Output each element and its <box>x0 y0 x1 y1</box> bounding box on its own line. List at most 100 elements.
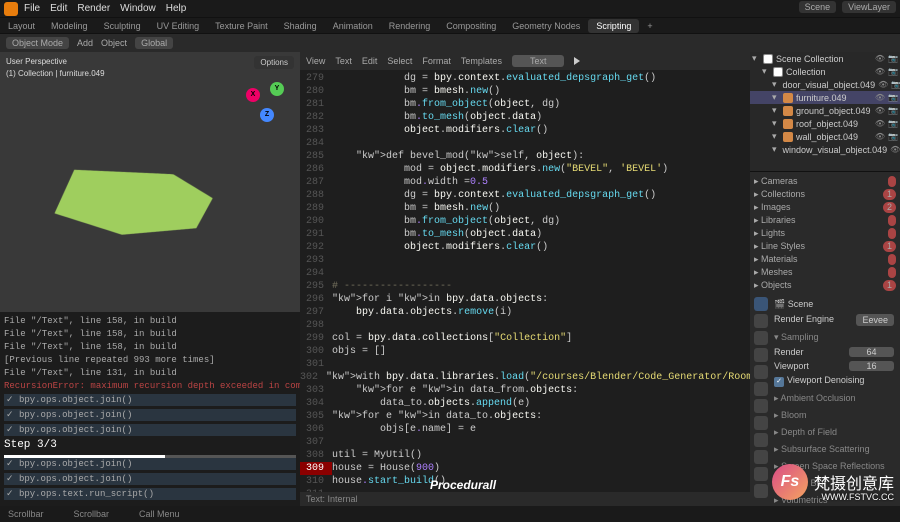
data-list-row[interactable]: ▸ Meshes <box>754 266 896 279</box>
outliner-item[interactable]: ▾Collection👁📷 <box>750 65 900 78</box>
section[interactable]: ▾ Sampling <box>772 330 896 345</box>
mesh-object[interactable] <box>33 161 228 244</box>
workspace-tab[interactable]: Animation <box>325 19 381 33</box>
outliner-item[interactable]: ▾ground_object.049👁📷 <box>750 104 900 117</box>
property-tab-icon[interactable] <box>754 433 768 447</box>
code-line[interactable]: 301 <box>300 358 750 371</box>
code-line[interactable]: 289 bm = bmesh.new() <box>300 202 750 215</box>
checkbox[interactable]: ✓ <box>774 377 784 387</box>
data-list-row[interactable]: ▸ Lights <box>754 227 896 240</box>
workspace-tab[interactable]: UV Editing <box>149 19 208 33</box>
workspace-tab[interactable]: Modeling <box>43 19 96 33</box>
axis-x-icon[interactable]: X <box>246 88 260 102</box>
data-list-row[interactable]: ▸ Libraries <box>754 214 896 227</box>
3d-viewport[interactable]: User Perspective (1) Collection | furnit… <box>0 52 300 312</box>
code-line[interactable]: 305"kw">for e "kw">in data_to.objects: <box>300 410 750 423</box>
code-line[interactable]: 283 object.modifiers.clear() <box>300 124 750 137</box>
data-list-row[interactable]: ▸ Materials <box>754 253 896 266</box>
outliner-item[interactable]: ▾wall_object.049👁📷 <box>750 130 900 143</box>
code-line[interactable]: 295# ------------------ <box>300 280 750 293</box>
properties-tabs[interactable] <box>754 297 770 504</box>
menu-help[interactable]: Help <box>166 3 187 14</box>
property-tab-icon[interactable] <box>754 365 768 379</box>
outliner[interactable]: ▾Scene Collection👁📷▾Collection👁📷▾door_vi… <box>750 52 900 172</box>
code-area[interactable]: 279 dg = bpy.context.evaluated_depsgraph… <box>300 70 750 492</box>
section[interactable]: ▸ Subsurface Scattering <box>772 442 896 457</box>
viewport-options[interactable]: Options <box>254 56 294 69</box>
editor-menu[interactable]: Text <box>335 56 352 66</box>
section[interactable]: ▸ Ambient Occlusion <box>772 391 896 406</box>
data-list-row[interactable]: ▸ Objects1 <box>754 279 896 292</box>
property-tab-icon[interactable] <box>754 331 768 345</box>
code-line[interactable]: 293 <box>300 254 750 267</box>
code-line[interactable]: 288 dg = bpy.context.evaluated_depsgraph… <box>300 189 750 202</box>
code-line[interactable]: 307 <box>300 436 750 449</box>
property-tab-icon[interactable] <box>754 314 768 328</box>
editor-menu[interactable]: View <box>306 56 325 66</box>
workspace-tab[interactable]: Texture Paint <box>207 19 276 33</box>
property-tab-icon[interactable] <box>754 399 768 413</box>
code-line[interactable]: 286 mod = object.modifiers.new("BEVEL", … <box>300 163 750 176</box>
code-line[interactable]: 310house.start_build() <box>300 475 750 488</box>
text-name-field[interactable]: Text <box>512 55 565 67</box>
menu-window[interactable]: Window <box>120 3 156 14</box>
editor-menu[interactable]: Templates <box>461 56 502 66</box>
code-line[interactable]: 280 bm = bmesh.new() <box>300 85 750 98</box>
code-line[interactable]: 294 <box>300 267 750 280</box>
orientation-dropdown[interactable]: Global <box>135 37 173 49</box>
section[interactable]: ▸ Bloom <box>772 408 896 423</box>
outliner-item[interactable]: ▾Scene Collection👁📷 <box>750 52 900 65</box>
data-list-row[interactable]: ▸ Cameras <box>754 175 896 188</box>
outliner-item[interactable]: ▾door_visual_object.049👁📷 <box>750 78 900 91</box>
viewlayer-dropdown[interactable]: ViewLayer <box>842 1 896 13</box>
code-line[interactable]: 290 bm.from_object(object, dg) <box>300 215 750 228</box>
code-line[interactable]: 300objs = [] <box>300 345 750 358</box>
property-tab-icon[interactable] <box>754 297 768 311</box>
code-line[interactable]: 285 "kw">def bevel_mod("kw">self, object… <box>300 150 750 163</box>
code-line[interactable]: 299col = bpy.data.collections["Collectio… <box>300 332 750 345</box>
code-line[interactable]: 308util = MyUtil() <box>300 449 750 462</box>
viewport-samples-input[interactable] <box>849 361 894 371</box>
code-line[interactable]: 279 dg = bpy.context.evaluated_depsgraph… <box>300 72 750 85</box>
outliner-item[interactable]: ▾roof_object.049👁📷 <box>750 117 900 130</box>
menu-add[interactable]: Add <box>77 38 93 48</box>
property-tab-icon[interactable] <box>754 467 768 481</box>
code-line[interactable]: 291 bm.to_mesh(object.data) <box>300 228 750 241</box>
code-line[interactable]: 282 bm.to_mesh(object.data) <box>300 111 750 124</box>
code-line[interactable]: 306 objs[e.name] = e <box>300 423 750 436</box>
workspace-tab[interactable]: Scripting <box>588 19 639 33</box>
menu-object[interactable]: Object <box>101 38 127 48</box>
data-list-row[interactable]: ▸ Line Styles1 <box>754 240 896 253</box>
workspace-tab[interactable]: Sculpting <box>96 19 149 33</box>
outliner-item[interactable]: ▾furniture.049👁📷 <box>750 91 900 104</box>
section[interactable]: ▸ Depth of Field <box>772 425 896 440</box>
editor-menu[interactable]: Select <box>387 56 412 66</box>
property-tab-icon[interactable] <box>754 382 768 396</box>
property-tab-icon[interactable] <box>754 484 768 498</box>
menu-file[interactable]: File <box>24 3 40 14</box>
code-line[interactable]: 297 bpy.data.objects.remove(i) <box>300 306 750 319</box>
add-workspace-icon[interactable]: + <box>639 19 660 33</box>
data-list-row[interactable]: ▸ Images2 <box>754 201 896 214</box>
editor-menu[interactable]: Format <box>422 56 451 66</box>
workspace-tab[interactable]: Rendering <box>381 19 439 33</box>
property-tab-icon[interactable] <box>754 348 768 362</box>
workspace-tab[interactable]: Shading <box>276 19 325 33</box>
render-engine-dropdown[interactable]: Eevee <box>856 314 894 326</box>
outliner-item[interactable]: ▾window_visual_object.049👁📷 <box>750 143 900 156</box>
property-tab-icon[interactable] <box>754 416 768 430</box>
code-line[interactable]: 303 "kw">for e "kw">in data_from.objects… <box>300 384 750 397</box>
menu-edit[interactable]: Edit <box>50 3 67 14</box>
code-line[interactable]: 292 object.modifiers.clear() <box>300 241 750 254</box>
code-line[interactable]: 281 bm.from_object(object, dg) <box>300 98 750 111</box>
code-line[interactable]: 309house = House(900) <box>300 462 750 475</box>
data-lists[interactable]: ▸ Cameras▸ Collections1▸ Images2▸ Librar… <box>750 172 900 295</box>
editor-menu[interactable]: Edit <box>362 56 378 66</box>
axis-y-icon[interactable]: Y <box>270 82 284 96</box>
property-tab-icon[interactable] <box>754 450 768 464</box>
code-line[interactable]: 284 <box>300 137 750 150</box>
run-script-icon[interactable] <box>574 57 580 65</box>
render-samples-input[interactable] <box>849 347 894 357</box>
axis-z-icon[interactable]: Z <box>260 108 274 122</box>
mode-dropdown[interactable]: Object Mode <box>6 37 69 49</box>
